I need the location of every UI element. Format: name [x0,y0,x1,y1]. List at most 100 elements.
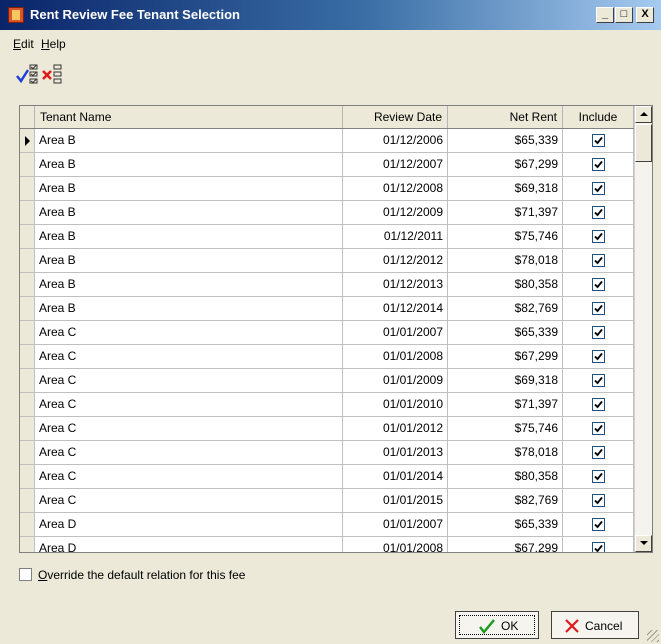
review-date-cell[interactable]: 01/01/2013 [343,441,448,464]
include-checkbox[interactable] [592,158,605,171]
net-rent-cell[interactable]: $80,358 [448,273,563,296]
review-date-cell[interactable]: 01/12/2006 [343,129,448,152]
column-header-review-date[interactable]: Review Date [343,106,448,128]
review-date-cell[interactable]: 01/01/2007 [343,321,448,344]
include-checkbox[interactable] [592,518,605,531]
review-date-cell[interactable]: 01/01/2014 [343,465,448,488]
include-checkbox[interactable] [592,374,605,387]
review-date-cell[interactable]: 01/12/2008 [343,177,448,200]
table-row[interactable]: Area C 01/01/2014 $80,358 [20,465,634,489]
row-selector[interactable] [20,297,35,320]
include-checkbox[interactable] [592,494,605,507]
maximize-button[interactable]: □ [615,7,633,23]
row-selector[interactable] [20,441,35,464]
net-rent-cell[interactable]: $75,746 [448,417,563,440]
table-row[interactable]: Area C 01/01/2015 $82,769 [20,489,634,513]
minimize-button[interactable]: _ [596,7,614,23]
tenant-name-cell[interactable]: Area B [35,273,343,296]
scroll-thumb[interactable] [635,124,652,162]
column-header-include[interactable]: Include [563,106,634,128]
row-selector[interactable] [20,129,35,152]
table-row[interactable]: Area C 01/01/2009 $69,318 [20,369,634,393]
tenant-name-cell[interactable]: Area C [35,393,343,416]
row-selector[interactable] [20,201,35,224]
scroll-up-button[interactable] [635,106,652,123]
net-rent-cell[interactable]: $78,018 [448,249,563,272]
table-row[interactable]: Area C 01/01/2013 $78,018 [20,441,634,465]
net-rent-cell[interactable]: $75,746 [448,225,563,248]
review-date-cell[interactable]: 01/12/2014 [343,297,448,320]
include-checkbox[interactable] [592,230,605,243]
tenant-name-cell[interactable]: Area B [35,225,343,248]
net-rent-cell[interactable]: $65,339 [448,129,563,152]
tenant-name-cell[interactable]: Area C [35,441,343,464]
net-rent-cell[interactable]: $65,339 [448,321,563,344]
include-checkbox[interactable] [592,278,605,291]
row-selector[interactable] [20,513,35,536]
row-selector[interactable] [20,273,35,296]
include-checkbox[interactable] [592,326,605,339]
include-checkbox[interactable] [592,206,605,219]
resize-grip[interactable] [647,630,659,642]
row-selector[interactable] [20,537,35,552]
review-date-cell[interactable]: 01/12/2013 [343,273,448,296]
net-rent-cell[interactable]: $69,318 [448,177,563,200]
include-checkbox[interactable] [592,446,605,459]
row-selector[interactable] [20,393,35,416]
tenant-name-cell[interactable]: Area C [35,369,343,392]
net-rent-cell[interactable]: $67,299 [448,345,563,368]
row-selector[interactable] [20,177,35,200]
net-rent-cell[interactable]: $71,397 [448,393,563,416]
tenant-name-cell[interactable]: Area B [35,249,343,272]
table-row[interactable]: Area B 01/12/2006 $65,339 [20,129,634,153]
row-selector[interactable] [20,321,35,344]
table-row[interactable]: Area B 01/12/2012 $78,018 [20,249,634,273]
override-relation-label[interactable]: Override the default relation for this f… [38,568,245,582]
tenant-name-cell[interactable]: Area C [35,417,343,440]
vertical-scrollbar[interactable] [634,106,652,552]
net-rent-cell[interactable]: $67,299 [448,537,563,552]
table-row[interactable]: Area C 01/01/2007 $65,339 [20,321,634,345]
column-header-net-rent[interactable]: Net Rent [448,106,563,128]
tenant-name-cell[interactable]: Area C [35,321,343,344]
table-row[interactable]: Area B 01/12/2011 $75,746 [20,225,634,249]
review-date-cell[interactable]: 01/01/2007 [343,513,448,536]
table-row[interactable]: Area C 01/01/2008 $67,299 [20,345,634,369]
table-row[interactable]: Area B 01/12/2007 $67,299 [20,153,634,177]
row-selector[interactable] [20,417,35,440]
row-selector[interactable] [20,345,35,368]
tenant-name-cell[interactable]: Area C [35,489,343,512]
tenant-name-cell[interactable]: Area B [35,153,343,176]
include-checkbox[interactable] [592,254,605,267]
review-date-cell[interactable]: 01/01/2010 [343,393,448,416]
menu-help[interactable]: Help [41,37,66,51]
menu-edit[interactable]: Edit [13,37,34,51]
table-row[interactable]: Area B 01/12/2013 $80,358 [20,273,634,297]
tenant-name-cell[interactable]: Area B [35,129,343,152]
include-checkbox[interactable] [592,542,605,552]
select-all-button[interactable] [14,61,40,87]
net-rent-cell[interactable]: $69,318 [448,369,563,392]
net-rent-cell[interactable]: $67,299 [448,153,563,176]
net-rent-cell[interactable]: $80,358 [448,465,563,488]
include-checkbox[interactable] [592,182,605,195]
net-rent-cell[interactable]: $82,769 [448,297,563,320]
review-date-cell[interactable]: 01/01/2008 [343,345,448,368]
tenant-name-cell[interactable]: Area B [35,177,343,200]
net-rent-cell[interactable]: $82,769 [448,489,563,512]
tenant-name-cell[interactable]: Area C [35,345,343,368]
review-date-cell[interactable]: 01/01/2012 [343,417,448,440]
tenant-name-cell[interactable]: Area B [35,297,343,320]
ok-button[interactable]: OK [455,611,539,639]
include-checkbox[interactable] [592,134,605,147]
row-selector[interactable] [20,489,35,512]
column-header-tenant-name[interactable]: Tenant Name [35,106,343,128]
row-selector[interactable] [20,465,35,488]
include-checkbox[interactable] [592,350,605,363]
override-relation-checkbox[interactable] [19,568,32,581]
table-row[interactable]: Area B 01/12/2014 $82,769 [20,297,634,321]
review-date-cell[interactable]: 01/12/2007 [343,153,448,176]
cancel-button[interactable]: Cancel [551,611,639,639]
review-date-cell[interactable]: 01/12/2012 [343,249,448,272]
close-button[interactable]: X [636,7,654,23]
